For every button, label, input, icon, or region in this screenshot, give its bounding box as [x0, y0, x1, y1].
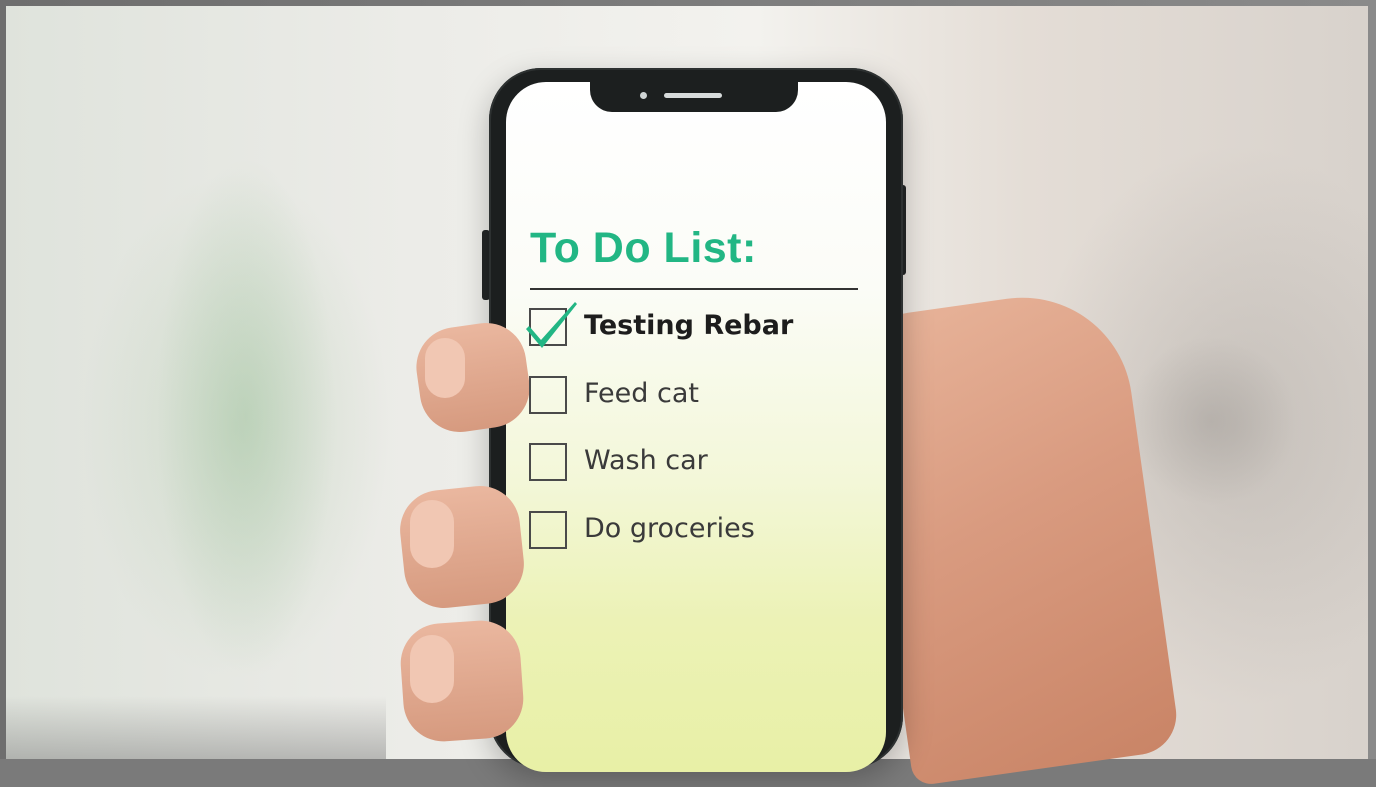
todo-item-label: Wash car [584, 445, 708, 476]
todo-item-do-groceries[interactable]: Do groceries [529, 511, 869, 555]
todo-item-label: Testing Rebar [584, 310, 794, 341]
todo-item-wash-car[interactable]: Wash car [529, 443, 869, 487]
blurred-plant [156, 156, 336, 676]
earpiece-speaker [664, 93, 722, 98]
fingernail [410, 635, 454, 703]
blurred-shelf [1126, 336, 1296, 506]
phone-screen [506, 82, 886, 772]
blurred-table [6, 696, 386, 759]
todo-item-testing-rebar[interactable]: Testing Rebar [526, 302, 869, 352]
fingernail [425, 338, 465, 398]
todo-item-feed-cat[interactable]: Feed cat [529, 376, 869, 420]
checkmark-icon [526, 302, 577, 348]
checkbox-icon[interactable] [529, 376, 567, 414]
fingernail [410, 500, 454, 568]
checkbox-icon[interactable] [529, 511, 567, 549]
checkbox-icon[interactable] [529, 443, 567, 481]
todo-item-label: Feed cat [584, 378, 699, 409]
todo-list-title: To Do List: [530, 224, 757, 272]
front-camera-icon [640, 92, 647, 99]
todo-item-label: Do groceries [584, 513, 755, 544]
title-divider [530, 288, 858, 290]
